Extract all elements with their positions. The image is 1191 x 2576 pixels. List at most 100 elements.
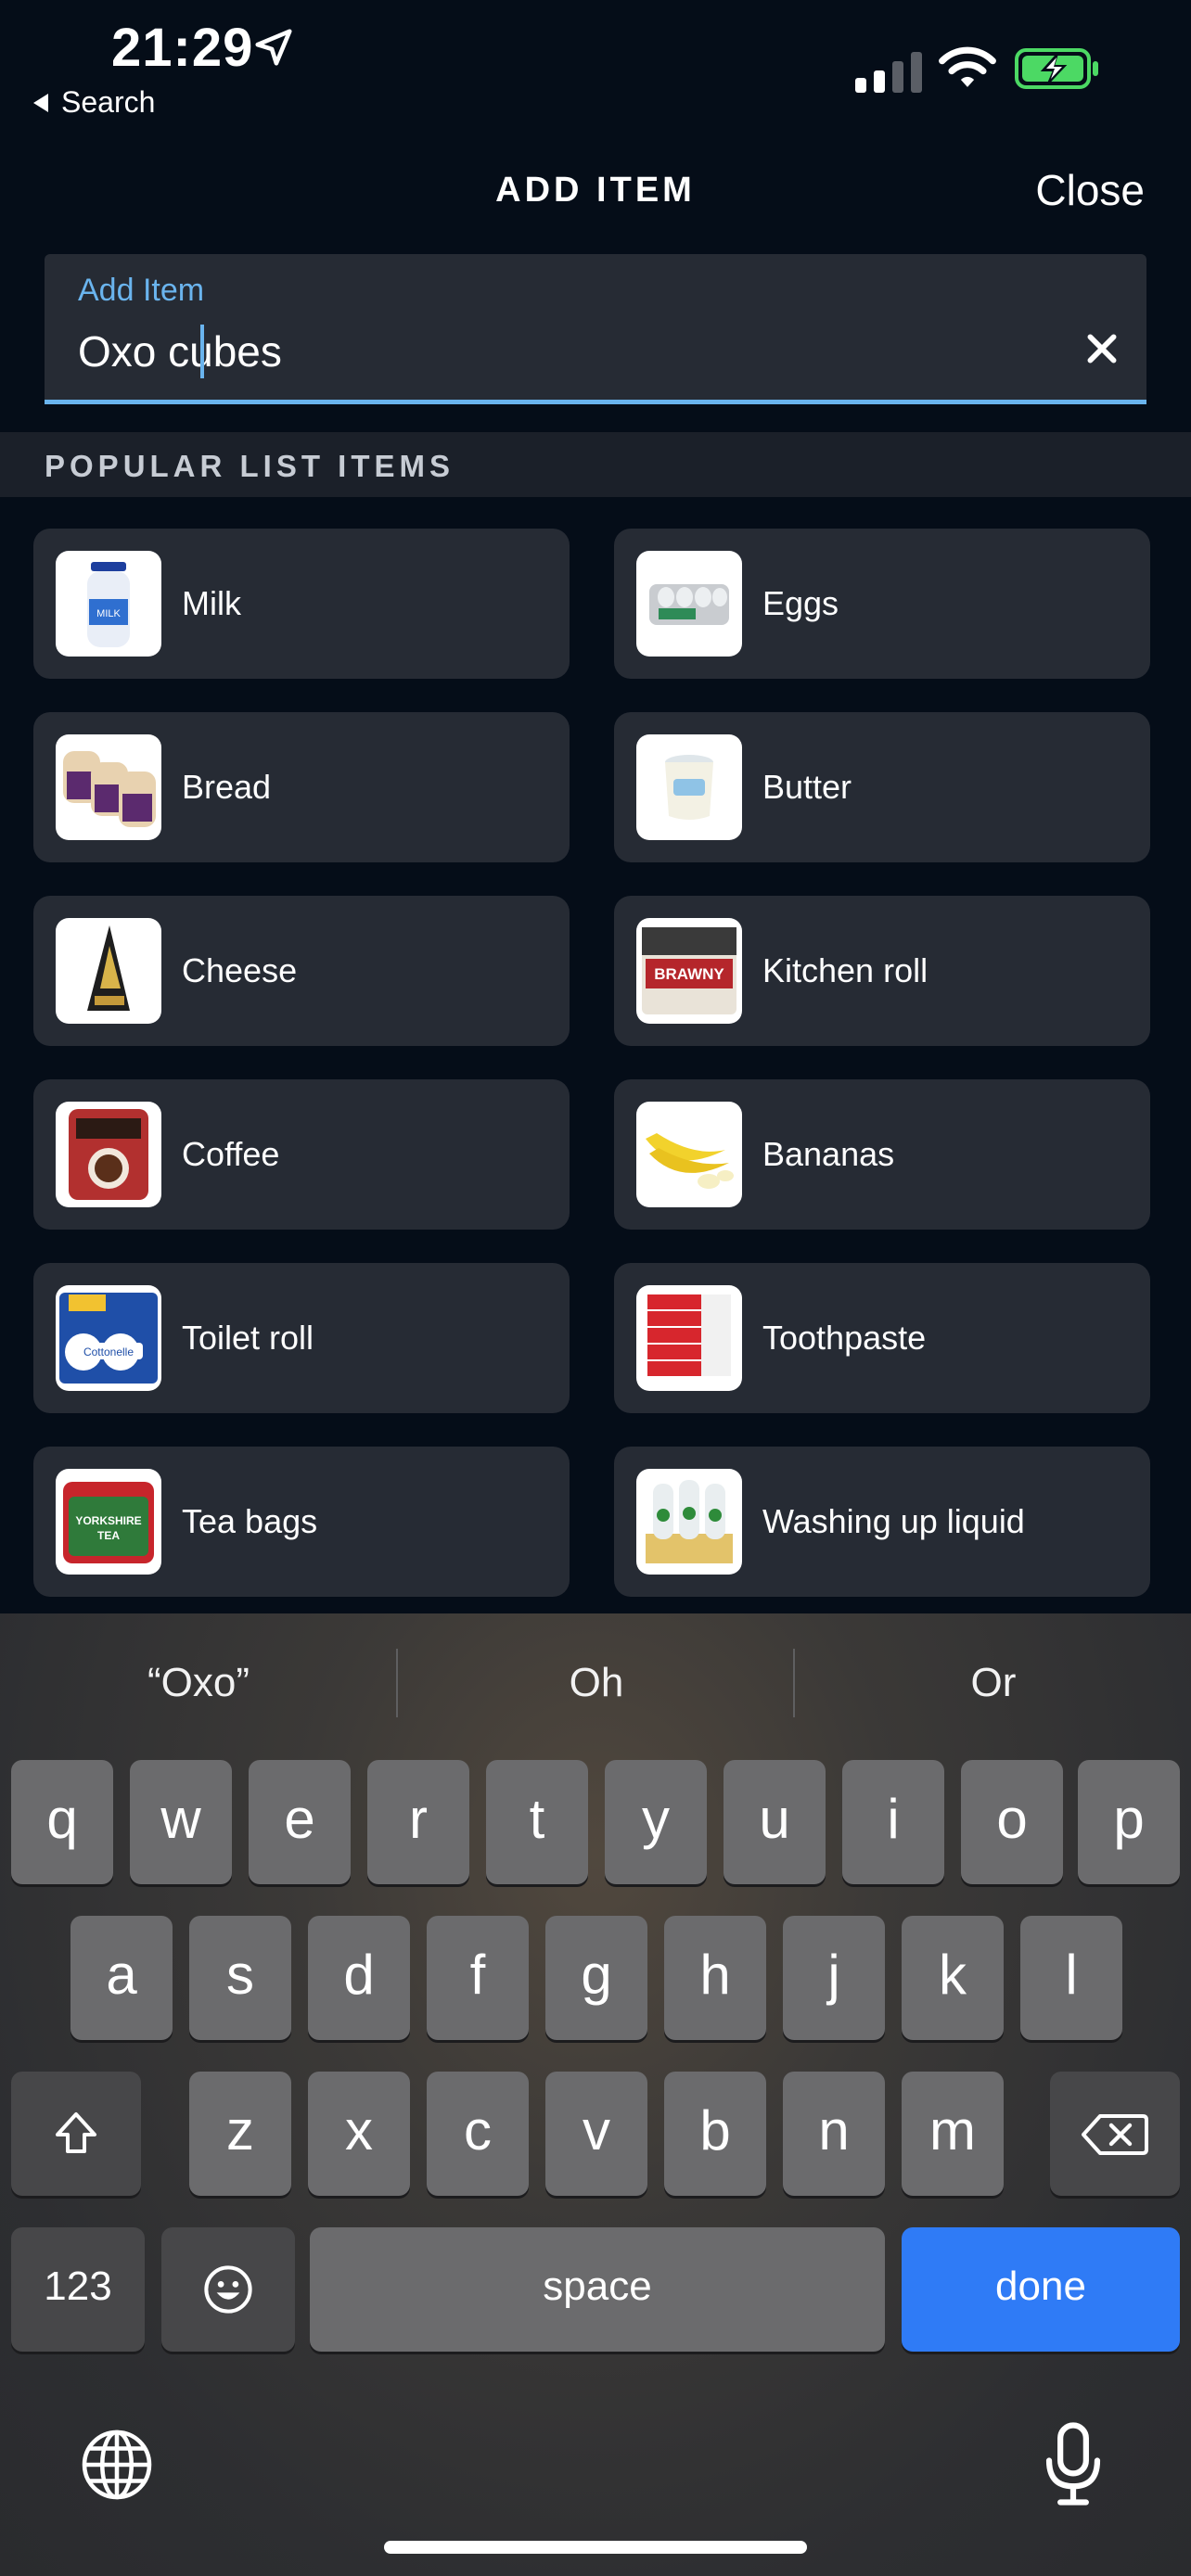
back-label: Search	[61, 85, 156, 119]
svg-text:Cottonelle: Cottonelle	[83, 1345, 134, 1358]
header: ADD ITEM Close	[0, 139, 1191, 241]
item-card-kitchen-roll[interactable]: BRAWNY Kitchen roll	[614, 896, 1150, 1046]
tea-bags-image: YORKSHIRE TEA	[56, 1469, 161, 1575]
numbers-key[interactable]: 123	[11, 2227, 145, 2352]
globe-icon[interactable]	[78, 2426, 156, 2504]
wifi-icon	[939, 46, 996, 87]
item-card-eggs[interactable]: Eggs	[614, 529, 1150, 679]
backspace-icon	[1082, 2114, 1148, 2155]
kitchen-roll-image: BRAWNY	[636, 918, 742, 1024]
item-label: Milk	[182, 584, 241, 622]
item-card-washing-up-liquid[interactable]: Washing up liquid	[614, 1447, 1150, 1597]
key-j[interactable]: j	[783, 1916, 885, 2040]
add-item-field[interactable]: Add Item Oxo cubes	[45, 254, 1146, 404]
key-p[interactable]: p	[1078, 1760, 1180, 1884]
suggestion-1[interactable]: “Oxo”	[0, 1613, 397, 1753]
cheese-image	[56, 918, 161, 1024]
clear-icon[interactable]	[1085, 332, 1119, 365]
key-u[interactable]: u	[724, 1760, 826, 1884]
washing-up-liquid-image	[636, 1469, 742, 1575]
key-o[interactable]: o	[961, 1760, 1063, 1884]
key-f[interactable]: f	[427, 1916, 529, 2040]
item-label: Toothpaste	[762, 1319, 927, 1357]
key-y[interactable]: y	[605, 1760, 707, 1884]
key-e[interactable]: e	[249, 1760, 351, 1884]
svg-text:TEA: TEA	[97, 1529, 120, 1542]
svg-text:BRAWNY: BRAWNY	[654, 965, 724, 983]
bread-image	[56, 734, 161, 840]
page-title: ADD ITEM	[495, 171, 696, 210]
suggestion-2[interactable]: Oh	[398, 1613, 795, 1753]
svg-text:MILK: MILK	[96, 608, 121, 619]
key-z[interactable]: z	[189, 2072, 291, 2196]
svg-text:YORKSHIRE: YORKSHIRE	[75, 1514, 141, 1527]
key-q[interactable]: q	[11, 1760, 113, 1884]
item-card-bananas[interactable]: Bananas	[614, 1079, 1150, 1230]
toothpaste-image	[636, 1285, 742, 1391]
item-label: Washing up liquid	[762, 1502, 1025, 1540]
popular-section-header: POPULAR LIST ITEMS	[0, 432, 1191, 497]
key-x[interactable]: x	[308, 2072, 410, 2196]
key-a[interactable]: a	[70, 1916, 173, 2040]
keyboard: “Oxo” Oh Or q w e r t y u i o p a s d f …	[0, 1613, 1191, 2576]
item-card-cheese[interactable]: Cheese	[33, 896, 570, 1046]
item-label: Butter	[762, 768, 852, 806]
suggestion-3[interactable]: Or	[795, 1613, 1191, 1753]
backspace-key[interactable]	[1050, 2072, 1180, 2196]
back-to-search[interactable]: Search	[33, 85, 155, 120]
shift-key[interactable]	[11, 2072, 141, 2196]
key-g[interactable]: g	[545, 1916, 647, 2040]
item-label: Coffee	[182, 1135, 280, 1173]
eggs-image	[636, 551, 742, 657]
item-label: Toilet roll	[182, 1319, 314, 1357]
item-card-tea-bags[interactable]: YORKSHIRE TEA Tea bags	[33, 1447, 570, 1597]
key-l[interactable]: l	[1020, 1916, 1122, 2040]
toilet-roll-image: Cottonelle	[56, 1285, 161, 1391]
item-label: Eggs	[762, 584, 839, 622]
section-title: POPULAR LIST ITEMS	[45, 449, 455, 483]
location-arrow-icon	[255, 29, 292, 66]
space-key[interactable]: space	[310, 2227, 885, 2352]
bananas-image	[636, 1102, 742, 1207]
battery-charging-icon	[1015, 48, 1098, 89]
key-d[interactable]: d	[308, 1916, 410, 2040]
item-card-toilet-roll[interactable]: Cottonelle Toilet roll	[33, 1263, 570, 1413]
key-h[interactable]: h	[664, 1916, 766, 2040]
emoji-icon	[204, 2265, 252, 2314]
item-card-toothpaste[interactable]: Toothpaste	[614, 1263, 1150, 1413]
key-r[interactable]: r	[367, 1760, 469, 1884]
done-key[interactable]: done	[902, 2227, 1180, 2352]
item-label: Kitchen roll	[762, 951, 928, 989]
key-v[interactable]: v	[545, 2072, 647, 2196]
item-label: Bananas	[762, 1135, 895, 1173]
item-card-butter[interactable]: Butter	[614, 712, 1150, 862]
item-label: Bread	[182, 768, 272, 806]
status-time: 21:29	[111, 18, 254, 78]
key-k[interactable]: k	[902, 1916, 1004, 2040]
milk-image: MILK	[56, 551, 161, 657]
item-label: Cheese	[182, 951, 298, 989]
key-s[interactable]: s	[189, 1916, 291, 2040]
home-indicator	[384, 2541, 807, 2554]
item-card-milk[interactable]: MILK Milk	[33, 529, 570, 679]
key-i[interactable]: i	[842, 1760, 944, 1884]
butter-image	[636, 734, 742, 840]
add-item-input[interactable]: Oxo cubes	[78, 326, 282, 376]
key-t[interactable]: t	[486, 1760, 588, 1884]
shift-icon	[56, 2112, 96, 2153]
key-n[interactable]: n	[783, 2072, 885, 2196]
microphone-icon[interactable]	[1039, 2422, 1108, 2506]
item-label: Tea bags	[182, 1502, 318, 1540]
item-card-bread[interactable]: Bread	[33, 712, 570, 862]
key-c[interactable]: c	[427, 2072, 529, 2196]
key-m[interactable]: m	[902, 2072, 1004, 2196]
coffee-image	[56, 1102, 161, 1207]
item-card-coffee[interactable]: Coffee	[33, 1079, 570, 1230]
status-bar: 21:29 Search	[0, 0, 1191, 130]
close-button[interactable]: Close	[1035, 165, 1145, 215]
emoji-key[interactable]	[161, 2227, 295, 2352]
back-triangle-icon	[33, 93, 48, 112]
key-b[interactable]: b	[664, 2072, 766, 2196]
key-w[interactable]: w	[130, 1760, 232, 1884]
cellular-signal-icon	[855, 45, 922, 93]
